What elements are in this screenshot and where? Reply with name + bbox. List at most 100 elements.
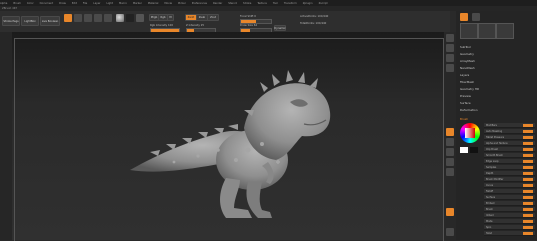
- m-button[interactable]: M: [167, 14, 174, 21]
- zoom-icon[interactable]: [446, 54, 454, 62]
- material-sphere-icon[interactable]: [116, 14, 124, 22]
- draw-icon[interactable]: [74, 14, 82, 22]
- brush-row-slider[interactable]: [523, 225, 533, 229]
- menu-item-layer[interactable]: Layer: [93, 2, 100, 5]
- palette-section-nanomesh[interactable]: NanoMesh: [460, 66, 475, 70]
- palette-section-arraymesh[interactable]: ArrayMesh: [460, 59, 475, 63]
- menu-item-edit[interactable]: Edit: [72, 2, 77, 5]
- menu-item-picker[interactable]: Picker: [178, 2, 186, 5]
- brush-row-slider[interactable]: [523, 165, 533, 169]
- rotate-icon[interactable]: [104, 14, 112, 22]
- menu-item-color[interactable]: Color: [27, 2, 34, 5]
- brush-row[interactable]: Clip Brush: [484, 147, 535, 152]
- brush-row[interactable]: Surface: [484, 195, 535, 200]
- frame-icon[interactable]: [446, 138, 454, 146]
- menu-item-light[interactable]: Light: [106, 2, 112, 5]
- brush-row-slider[interactable]: [523, 195, 533, 199]
- menu-item-brush[interactable]: Brush: [13, 2, 21, 5]
- brush-row[interactable]: Spin: [484, 225, 535, 230]
- brush-row[interactable]: Alpha and Texture: [484, 141, 535, 146]
- scale-icon[interactable]: [94, 14, 102, 22]
- menu-item-material[interactable]: Material: [148, 2, 159, 5]
- menu-item-zscript[interactable]: Zscript: [319, 2, 328, 5]
- brush-row[interactable]: Modifiers: [484, 123, 535, 128]
- brush-row-slider[interactable]: [523, 171, 533, 175]
- brush-row[interactable]: Embed: [484, 201, 535, 206]
- menu-item-transform[interactable]: Transform: [284, 2, 297, 5]
- rotate-view-icon[interactable]: [446, 168, 454, 176]
- menu-item-draw[interactable]: Draw: [59, 2, 66, 5]
- brush-row[interactable]: Brush Modifier: [484, 177, 535, 182]
- secondary-color-swatch[interactable]: [470, 147, 478, 153]
- tool-thumbnail-3[interactable]: [496, 23, 514, 39]
- menu-item-file[interactable]: File: [83, 2, 87, 5]
- brush-row[interactable]: Twist: [484, 231, 535, 236]
- palette-section-layers[interactable]: Layers: [460, 73, 469, 77]
- palette-section-brush[interactable]: Brush: [460, 117, 468, 121]
- move-icon[interactable]: [84, 14, 92, 22]
- tool-thumbnail[interactable]: [460, 23, 478, 39]
- brush-row[interactable]: Curve: [484, 183, 535, 188]
- brush-row[interactable]: Imbed: [484, 213, 535, 218]
- menu-item-texture[interactable]: Texture: [257, 2, 267, 5]
- menu-item-document[interactable]: Document: [40, 2, 53, 5]
- lightbox-button[interactable]: LightBox: [21, 16, 39, 26]
- scale-view-icon[interactable]: [446, 158, 454, 166]
- color-picker-icon[interactable]: [465, 128, 475, 138]
- sculptris-pro-icon[interactable]: [460, 13, 468, 21]
- brush-row-slider[interactable]: [523, 123, 533, 127]
- menu-item-marker[interactable]: Marker: [133, 2, 142, 5]
- brush-row[interactable]: Smooth Brush: [484, 153, 535, 158]
- menu-item-alpha[interactable]: Alpha: [0, 2, 7, 5]
- menu-item-tool[interactable]: Tool: [273, 2, 278, 5]
- zcut-button[interactable]: Zcut: [207, 14, 219, 21]
- brush-row[interactable]: Depth: [484, 171, 535, 176]
- dynamic-button[interactable]: Dynamic: [274, 25, 286, 31]
- alpha-icon[interactable]: [126, 14, 134, 22]
- brush-row-slider[interactable]: [523, 177, 533, 181]
- palette-section-geometry[interactable]: Geometry: [460, 52, 474, 56]
- move-view-icon[interactable]: [446, 148, 454, 156]
- local-symmetry-icon[interactable]: [446, 128, 454, 136]
- brush-row[interactable]: Tablet Pressure: [484, 135, 535, 140]
- brush-row-slider[interactable]: [523, 183, 533, 187]
- menu-item-stencil[interactable]: Stencil: [228, 2, 237, 5]
- brush-row[interactable]: Samples: [484, 165, 535, 170]
- bpr-icon[interactable]: [446, 34, 454, 42]
- menu-item-zplugin[interactable]: Zplugin: [303, 2, 313, 5]
- edit-icon[interactable]: [64, 14, 72, 22]
- brush-row[interactable]: Falloff: [484, 189, 535, 194]
- palette-section-geometry-hd[interactable]: Geometry HD: [460, 87, 479, 91]
- brush-row-slider[interactable]: [523, 159, 533, 163]
- brush-row[interactable]: Auto Masking: [484, 129, 535, 134]
- palette-section-deformation[interactable]: Deformation: [460, 108, 477, 112]
- transp-icon[interactable]: [446, 228, 454, 236]
- brush-row-slider[interactable]: [523, 129, 533, 133]
- brush-row-slider[interactable]: [523, 207, 533, 211]
- palette-section-fibermesh[interactable]: FiberMesh: [460, 80, 474, 84]
- main-color-swatch[interactable]: [460, 147, 468, 153]
- brush-row-slider[interactable]: [523, 153, 533, 157]
- tool-thumbnail-2[interactable]: [478, 23, 496, 39]
- polyframe-icon[interactable]: [446, 208, 454, 216]
- brush-row[interactable]: Mode: [484, 219, 535, 224]
- brush-row-slider[interactable]: [523, 135, 533, 139]
- palette-section-subtool[interactable]: SubTool: [460, 45, 471, 49]
- brush-row[interactable]: Edge Loop: [484, 159, 535, 164]
- actual-icon[interactable]: [446, 64, 454, 72]
- brush-row-slider[interactable]: [523, 189, 533, 193]
- live-boolean-button[interactable]: Live Boolean: [40, 16, 60, 26]
- brush-row-slider[interactable]: [523, 231, 533, 235]
- menu-item-render[interactable]: Render: [213, 2, 222, 5]
- brush-row-slider[interactable]: [523, 147, 533, 151]
- brush-row-slider[interactable]: [523, 219, 533, 223]
- scroll-icon[interactable]: [446, 44, 454, 52]
- menu-item-macro[interactable]: Macro: [119, 2, 127, 5]
- menu-item-movie[interactable]: Movie: [164, 2, 172, 5]
- brush-row-slider[interactable]: [523, 141, 533, 145]
- palette-section-surface[interactable]: Surface: [460, 101, 471, 105]
- menu-item-preferences[interactable]: Preferences: [192, 2, 207, 5]
- brush-row[interactable]: Brush: [484, 207, 535, 212]
- palette-section-preview[interactable]: Preview: [460, 94, 471, 98]
- brush-row-slider[interactable]: [523, 201, 533, 205]
